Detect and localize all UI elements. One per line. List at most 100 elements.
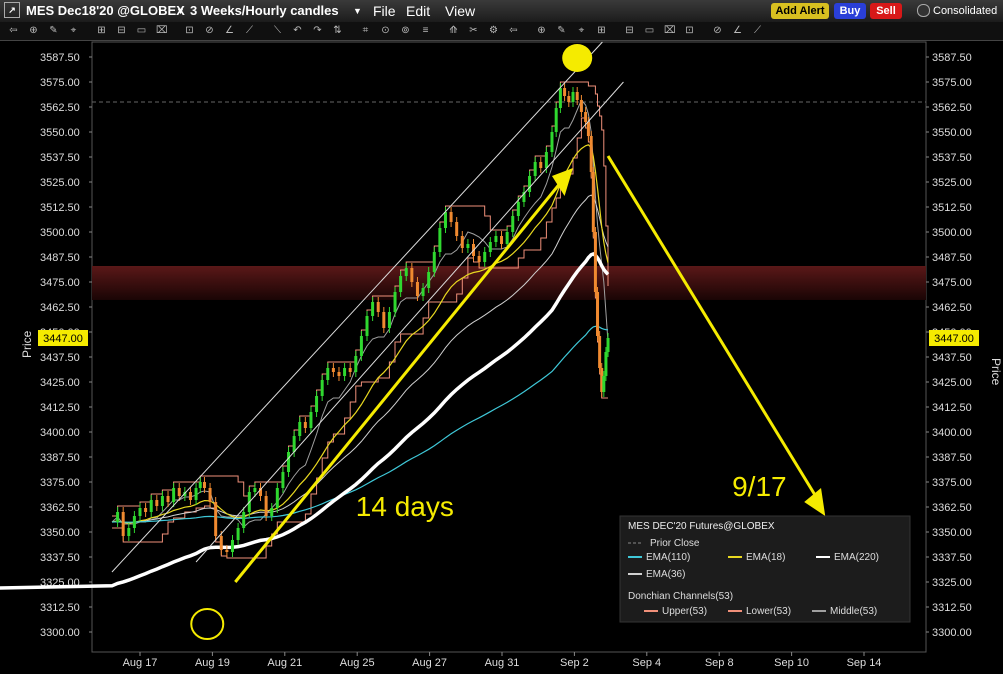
- candle-body: [230, 540, 234, 552]
- y-tick-label-right: 3312.50: [932, 602, 972, 614]
- candle-body: [579, 100, 583, 112]
- candle-body: [584, 112, 588, 122]
- y-tick-label-right: 3412.50: [932, 402, 972, 414]
- toolbar-tool-icon[interactable]: ⇅: [332, 25, 343, 36]
- candle-body: [460, 236, 464, 248]
- toolbar-tool-icon[interactable]: ⟋: [244, 25, 255, 36]
- toolbar-tool-icon[interactable]: ⌖: [576, 25, 587, 36]
- toolbar-tool-icon[interactable]: ⊞: [96, 25, 107, 36]
- toolbar-tool-icon[interactable]: ⊟: [624, 25, 635, 36]
- toolbar-tool-icon[interactable]: ⟋: [752, 25, 763, 36]
- y-tick-label-left: 3312.50: [40, 602, 80, 614]
- menu-file[interactable]: File: [373, 3, 396, 19]
- chart-toolbar: ⇦ ⊕ ✎ ⌖ ⊞ ⊟ ▭ ⌧ ⊡ ⊘ ∠ ⟋ ⟍ ↶ ↷ ⇅ ⌗ ⊙ ⊚ ≡ ⟰ ✂ ⚙ ⇦ ⊕ ✎ ⌖ ⊞ ⊟ ▭ ⌧ ⊡ ⊘ ∠ ⟋: [0, 22, 1003, 41]
- toolbar-tool-icon[interactable]: ⊞: [596, 25, 607, 36]
- toolbar-tool-icon[interactable]: ⌖: [68, 25, 79, 36]
- toolbar-tool-icon[interactable]: ⊘: [204, 25, 215, 36]
- candle-body: [598, 336, 602, 368]
- toolbar-tool-icon[interactable]: ∠: [732, 25, 743, 36]
- add-alert-button[interactable]: Add Alert: [771, 3, 829, 19]
- toolbar-tool-icon[interactable]: ✎: [48, 25, 59, 36]
- buy-button[interactable]: Buy: [834, 3, 866, 19]
- candle-body: [500, 236, 504, 244]
- x-tick-label: Aug 21: [267, 657, 302, 669]
- y-tick-label-left: 3437.50: [40, 352, 80, 364]
- toolbar-tool-icon[interactable]: ⊡: [184, 25, 195, 36]
- toolbar-tool-icon[interactable]: ⊘: [712, 25, 723, 36]
- candle-body: [449, 212, 453, 222]
- toolbar-tool-icon[interactable]: ▭: [644, 25, 655, 36]
- candle-body: [494, 236, 498, 242]
- toolbar-tool-icon[interactable]: ⇦: [8, 25, 19, 36]
- candle-body: [208, 488, 212, 502]
- y-tick-label-right: 3437.50: [932, 352, 972, 364]
- candle-body: [606, 338, 610, 352]
- candle-body: [404, 268, 408, 276]
- candle-body: [326, 368, 330, 380]
- toolbar-tool-icon[interactable]: ⟍: [272, 25, 283, 36]
- timeframe-title[interactable]: 3 Weeks/Hourly candles: [190, 3, 339, 18]
- toolbar-tool-icon[interactable]: ✂: [468, 25, 479, 36]
- symbol-dropdown-icon[interactable]: ▼: [176, 6, 185, 16]
- toolbar-tool-icon[interactable]: ⇦: [508, 25, 519, 36]
- candle-body: [359, 336, 363, 356]
- toolbar-tool-icon[interactable]: ⊕: [28, 25, 39, 36]
- menu-edit[interactable]: Edit: [406, 3, 430, 19]
- candle-body: [225, 550, 229, 552]
- symbol-title[interactable]: MES Dec18'20 @GLOBEX: [26, 3, 185, 18]
- toolbar-tool-icon[interactable]: ⌧: [664, 25, 676, 36]
- candle-body: [596, 292, 600, 336]
- y-tick-label-left: 3425.00: [40, 377, 80, 389]
- consolidated-icon[interactable]: [917, 4, 930, 17]
- candle-body: [177, 488, 181, 496]
- candle-body: [571, 92, 575, 102]
- toolbar-tool-icon[interactable]: ⊚: [400, 25, 411, 36]
- candle-body: [516, 202, 520, 216]
- y-tick-label-right: 3462.50: [932, 302, 972, 314]
- legend-series-label: EMA(18): [746, 552, 785, 563]
- toolbar-tool-icon[interactable]: ⊕: [536, 25, 547, 36]
- candle-body: [575, 92, 579, 100]
- toolbar-tool-icon[interactable]: ⊡: [684, 25, 695, 36]
- candle-body: [455, 222, 459, 236]
- toolbar-tool-icon[interactable]: ✎: [556, 25, 567, 36]
- sell-button[interactable]: Sell: [870, 3, 902, 19]
- x-tick-label: Sep 4: [632, 657, 661, 669]
- candle-body: [539, 162, 543, 168]
- toolbar-tool-icon[interactable]: ↶: [292, 25, 303, 36]
- y-tick-label-left: 3462.50: [40, 302, 80, 314]
- toolbar-tool-icon[interactable]: ⟰: [448, 25, 459, 36]
- timeframe-dropdown-icon[interactable]: ▼: [353, 6, 362, 16]
- candle-body: [264, 496, 268, 516]
- y-tick-label-right: 3550.00: [932, 127, 972, 139]
- candle-body: [160, 496, 164, 506]
- toolbar-tool-icon[interactable]: ↷: [312, 25, 323, 36]
- y-axis-label-right: Price: [989, 358, 1003, 386]
- candle-body: [589, 136, 593, 172]
- y-tick-label-left: 3387.50: [40, 452, 80, 464]
- candle-body: [138, 508, 142, 516]
- toolbar-tool-icon[interactable]: ⊟: [116, 25, 127, 36]
- toolbar-tool-icon[interactable]: ≡: [420, 25, 431, 36]
- y-tick-label-right: 3387.50: [932, 452, 972, 464]
- duration-label: 14 days: [356, 491, 454, 522]
- candle-body: [563, 88, 567, 96]
- candle-body: [315, 396, 319, 412]
- x-tick-label: Sep 2: [560, 657, 589, 669]
- candle-body: [371, 302, 375, 316]
- legend-series-label: EMA(36): [646, 569, 685, 580]
- toolbar-tool-icon[interactable]: ⚙: [488, 25, 499, 36]
- toolbar-tool-icon[interactable]: ⌗: [360, 25, 371, 36]
- toolbar-tool-icon[interactable]: ▭: [136, 25, 147, 36]
- toolbar-tool-icon[interactable]: ⊙: [380, 25, 391, 36]
- menu-view[interactable]: View: [445, 3, 475, 19]
- toolbar-tool-icon[interactable]: ∠: [224, 25, 235, 36]
- legend-title: MES DEC'20 Futures@GLOBEX: [628, 521, 775, 532]
- y-tick-label-right: 3475.00: [932, 277, 972, 289]
- candle-body: [219, 536, 223, 550]
- price-chart[interactable]: 3587.50 3587.50 3575.00 3575.00 3562.50 3562.…: [0, 40, 1003, 674]
- toolbar-tool-icon[interactable]: ⌧: [156, 25, 168, 36]
- y-tick-label-left: 3375.00: [40, 477, 80, 489]
- candle-body: [116, 512, 120, 522]
- y-tick-label-left: 3525.00: [40, 177, 80, 189]
